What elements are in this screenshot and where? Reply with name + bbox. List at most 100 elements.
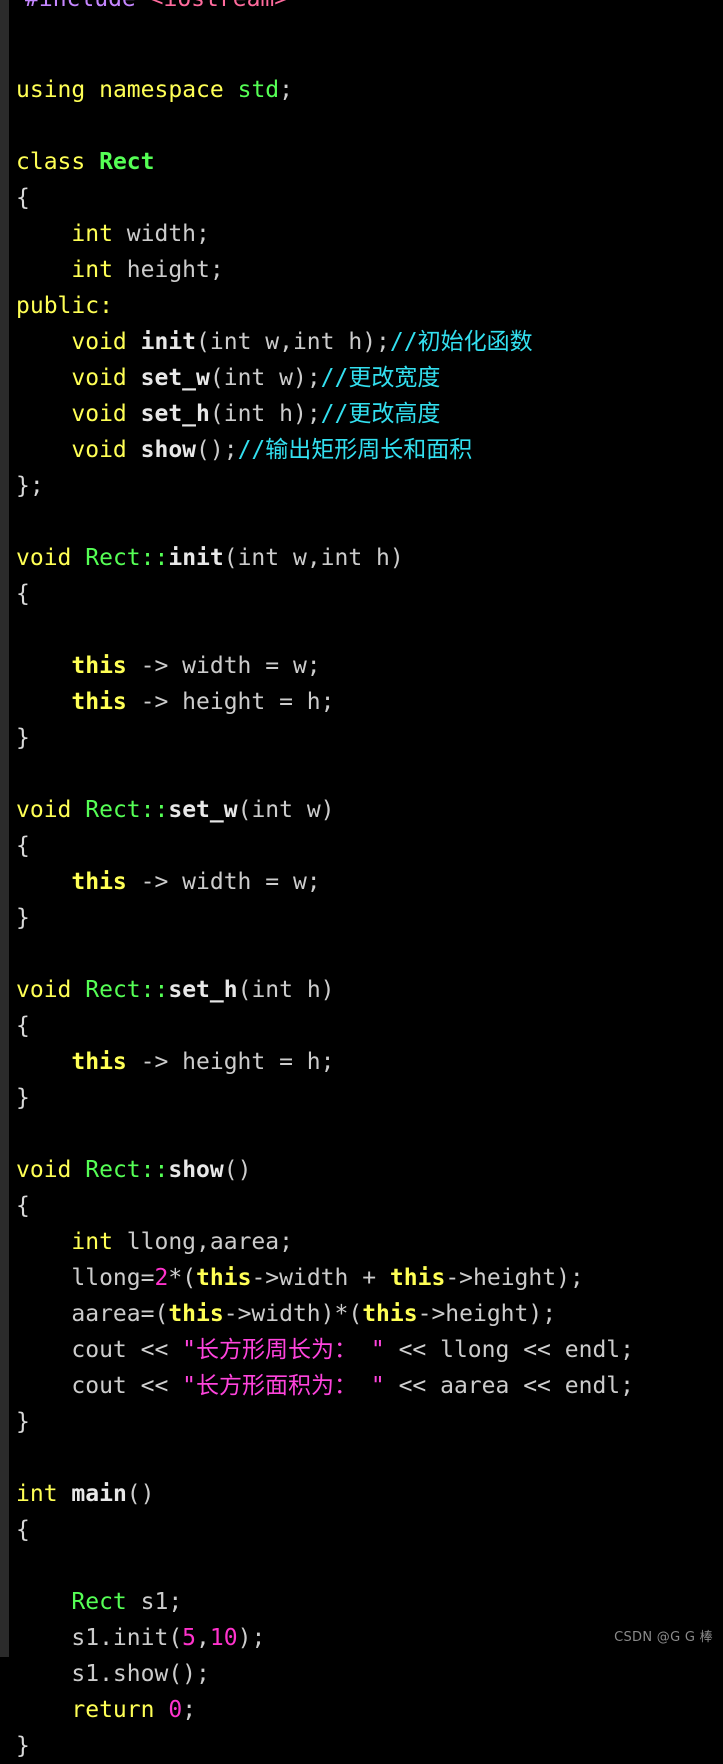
endl-token: endl; <box>564 1373 634 1399</box>
keyword-int: int <box>71 1229 113 1255</box>
call-init-suffix: ); <box>237 1625 266 1651</box>
var-aarea-assign: aarea=( <box>71 1301 169 1327</box>
comment-set-w: //更改宽度 <box>320 365 441 391</box>
stream-cout: cout <box>71 1337 127 1363</box>
stream-operator: << <box>384 1373 441 1399</box>
code-line-cout-area: cout << "长方形面积为： " << aarea << endl; <box>16 1368 723 1404</box>
brace-close: } <box>16 1733 30 1759</box>
brace-open: { <box>16 1517 30 1543</box>
code-line-blank-8 <box>16 1440 723 1476</box>
code-line-return: return 0; <box>16 1692 723 1728</box>
function-params-set-w: (int w) <box>237 797 335 823</box>
brace-open: { <box>16 1013 30 1039</box>
keyword-namespace: namespace <box>99 77 224 103</box>
brace-close: } <box>16 725 30 751</box>
keyword-this: this <box>71 869 127 895</box>
comma: , <box>196 1625 210 1651</box>
stream-operator: << <box>126 1373 183 1399</box>
number-ten: 10 <box>209 1625 238 1651</box>
code-line-decl-show: void show();//输出矩形周长和面积 <box>16 432 723 468</box>
method-name-init: init <box>140 329 197 355</box>
assignment-height: -> height = h; <box>126 689 335 715</box>
code-editor-surface[interactable]: #include <iostream> using namespace std;… <box>9 0 723 1759</box>
var-llong-assign: llong= <box>71 1265 155 1291</box>
stream-operator: << <box>509 1373 565 1399</box>
class-name-rect: Rect <box>71 1589 127 1615</box>
code-line-def-set-w: void Rect::set_w(int w) <box>16 792 723 828</box>
code-line-def-main: int main() <box>16 1476 723 1512</box>
code-line-show-open-brace: { <box>16 1188 723 1224</box>
endl-token: endl; <box>564 1337 634 1363</box>
code-line-class-close: }; <box>16 468 723 504</box>
brace-open: { <box>16 185 30 211</box>
keyword-this: this <box>389 1265 446 1291</box>
string-area-label: "长方形面积为： " <box>182 1373 385 1399</box>
keyword-this: this <box>71 689 127 715</box>
brace-close: } <box>16 905 30 931</box>
member-height: height; <box>126 257 224 283</box>
assignment-height: -> height = h; <box>126 1049 335 1075</box>
brace-close: } <box>16 1085 30 1111</box>
code-line-set-w-close-brace: } <box>16 900 723 936</box>
namespace-std: std <box>237 77 280 103</box>
method-params-set-w: (int w); <box>209 365 321 391</box>
code-line-blank-1 <box>16 36 723 72</box>
code-line-class-open-brace: { <box>16 180 723 216</box>
code-line-set-w-open-brace: { <box>16 828 723 864</box>
call-init-prefix: s1.init( <box>71 1625 183 1651</box>
code-line-def-init: void Rect::init(int w,int h) <box>16 540 723 576</box>
code-line-blank-4 <box>16 612 723 648</box>
function-name-init: init <box>168 545 224 571</box>
function-params-show: () <box>223 1157 252 1183</box>
keyword-int: int <box>16 1481 58 1507</box>
function-params-set-h: (int h) <box>237 977 335 1003</box>
code-line-set-h-open-brace: { <box>16 1008 723 1044</box>
number-five: 5 <box>182 1625 197 1651</box>
scope-rect: Rect:: <box>85 797 169 823</box>
method-name-set-h: set_h <box>140 401 210 427</box>
code-line-main-close-brace: } <box>16 1728 723 1764</box>
code-line-decl-init: void init(int w,int h);//初始化函数 <box>16 324 723 360</box>
comment-set-h: //更改高度 <box>320 401 441 427</box>
function-name-set-w: set_w <box>168 797 238 823</box>
include-header: <iostream> <box>150 0 288 12</box>
code-line-public-label: public: <box>16 288 723 324</box>
keyword-int: int <box>71 221 113 247</box>
semicolon: ; <box>182 1697 197 1723</box>
code-line-assign-height-2: this -> height = h; <box>16 1044 723 1080</box>
code-line-blank-6 <box>16 936 723 972</box>
keyword-void: void <box>16 797 72 823</box>
code-line-blank-3 <box>16 504 723 540</box>
code-line-decl-set-h: void set_h(int h);//更改高度 <box>16 396 723 432</box>
brace-close: } <box>16 1409 30 1435</box>
code-line-set-h-close-brace: } <box>16 1080 723 1116</box>
code-line-show-close-brace: } <box>16 1404 723 1440</box>
code-line-def-show: void Rect::show() <box>16 1152 723 1188</box>
code-line-init-open-brace: { <box>16 576 723 612</box>
semicolon: ; <box>279 77 293 103</box>
stream-cout: cout <box>71 1373 127 1399</box>
keyword-int: int <box>71 257 113 283</box>
keyword-this: this <box>71 653 127 679</box>
member-access-width: ->width)*( <box>223 1301 363 1327</box>
brace-open: { <box>16 1193 30 1219</box>
assignment-width: -> width = w; <box>126 869 321 895</box>
code-line-decl-set-w: void set_w(int w);//更改宽度 <box>16 360 723 396</box>
class-name-rect: Rect <box>99 149 155 175</box>
comment-init: //初始化函数 <box>389 329 533 355</box>
function-name-main: main <box>71 1481 127 1507</box>
code-line-include: #include <iostream> <box>25 0 288 17</box>
var-aarea: aarea <box>440 1373 510 1399</box>
watermark-label: CSDN @G G 棒 <box>614 1630 713 1645</box>
object-s1: s1; <box>140 1589 183 1615</box>
keyword-void: void <box>16 1157 72 1183</box>
code-line-assign-height: this -> height = h; <box>16 684 723 720</box>
method-params-show: (); <box>196 437 238 463</box>
method-params-set-h: (int h); <box>209 401 321 427</box>
member-access-height: ->height); <box>445 1265 584 1291</box>
function-params-main: () <box>126 1481 155 1507</box>
function-name-set-h: set_h <box>168 977 238 1003</box>
keyword-return: return <box>71 1697 155 1723</box>
keyword-this: this <box>71 1049 127 1075</box>
keyword-using: using <box>16 77 86 103</box>
